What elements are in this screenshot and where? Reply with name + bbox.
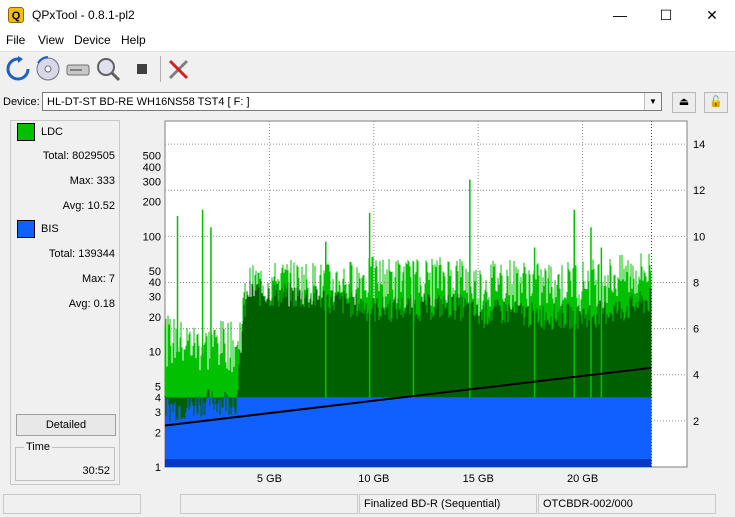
bis-avg-label: Avg: bbox=[68, 298, 91, 310]
ldc-max-value: 333 bbox=[96, 175, 115, 187]
y-right-tick-label: 2 bbox=[693, 416, 699, 428]
lock-button[interactable]: 🔓 bbox=[704, 92, 728, 113]
bis-total-label: Total: bbox=[48, 248, 76, 260]
bis-total-value: 139344 bbox=[78, 248, 115, 260]
ldc-total-value: 8029505 bbox=[72, 150, 115, 162]
bis-max: Max: 7 bbox=[82, 273, 115, 285]
y-right-tick-label: 4 bbox=[693, 370, 699, 382]
x-tick-label: 5 GB bbox=[257, 473, 282, 485]
ldc-max-label: Max: bbox=[69, 175, 94, 187]
bis-area bbox=[165, 397, 652, 467]
status-bar: Finalized BD-R (Sequential) OTCBDR-002/0… bbox=[0, 492, 735, 517]
time-label: Time bbox=[24, 441, 53, 453]
stop-icon[interactable] bbox=[128, 55, 156, 83]
y-left-tick-label: 400 bbox=[143, 162, 161, 174]
y-left-tick-label: 300 bbox=[143, 176, 161, 188]
menu-file[interactable]: File bbox=[6, 33, 25, 47]
y-left-tick-label: 30 bbox=[149, 292, 161, 304]
bis-max-value: 7 bbox=[108, 273, 115, 285]
device-row: Device: HL-DT-ST BD-RE WH16NS58 TST4 [ F… bbox=[0, 88, 735, 116]
menu-device[interactable]: Device bbox=[74, 33, 111, 47]
status-cell-2 bbox=[180, 494, 358, 514]
y-left-tick-label: 10 bbox=[149, 347, 161, 359]
y-left-tick-label: 1 bbox=[155, 462, 161, 474]
y-right-tick-label: 12 bbox=[693, 185, 705, 197]
chevron-down-icon[interactable]: ▼ bbox=[644, 93, 661, 110]
ldc-color-swatch bbox=[17, 123, 35, 141]
drive-icon[interactable] bbox=[64, 55, 92, 83]
status-disc-type: Finalized BD-R (Sequential) bbox=[359, 494, 537, 514]
x-tick-label: 20 GB bbox=[567, 473, 598, 485]
ldc-total: Total: 8029505 bbox=[43, 150, 115, 162]
menu-help[interactable]: Help bbox=[121, 33, 146, 47]
ldc-total-label: Total: bbox=[42, 150, 70, 162]
y-left-tick-label: 500 bbox=[143, 151, 161, 163]
time-value: 30:52 bbox=[82, 465, 110, 477]
y-left-tick-label: 4 bbox=[155, 393, 161, 405]
app-logo-icon: Q bbox=[8, 7, 24, 23]
y-left-tick-label: 100 bbox=[143, 231, 161, 243]
refresh-icon[interactable] bbox=[4, 55, 32, 83]
y-right-tick-label: 8 bbox=[693, 277, 699, 289]
y-left-tick-label: 3 bbox=[155, 407, 161, 419]
menu-view[interactable]: View bbox=[38, 33, 64, 47]
ldc-avg-value: 10.52 bbox=[87, 200, 115, 212]
y-left-tick-label: 2 bbox=[155, 427, 161, 439]
disc-scan-icon[interactable] bbox=[34, 55, 62, 83]
bis-total: Total: 139344 bbox=[49, 248, 115, 260]
toolbar bbox=[0, 52, 735, 86]
device-value: HL-DT-ST BD-RE WH16NS58 TST4 [ F: ] bbox=[47, 96, 250, 108]
bis-max-label: Max: bbox=[81, 273, 106, 285]
ldc-avg-label: Avg: bbox=[62, 200, 85, 212]
close-button[interactable]: ✕ bbox=[689, 0, 735, 30]
toolbar-separator bbox=[160, 56, 161, 82]
status-cell-1 bbox=[3, 494, 141, 514]
device-select[interactable]: HL-DT-ST BD-RE WH16NS58 TST4 [ F: ] ▼ bbox=[42, 92, 662, 111]
x-tick-label: 10 GB bbox=[358, 473, 389, 485]
bis-label: BIS bbox=[41, 223, 59, 235]
ldc-label: LDC bbox=[41, 126, 64, 138]
stats-panel: LDC Total: 8029505 Max: 333 Avg: 10.52 B… bbox=[10, 120, 120, 485]
y-left-tick-label: 40 bbox=[149, 277, 161, 289]
window-title: QPxTool - 0.8.1-pl2 bbox=[32, 8, 135, 22]
ldc-bis-chart: 1234510203040501002003004005002468101214… bbox=[143, 120, 705, 485]
device-label: Device: bbox=[3, 96, 40, 108]
tools-icon[interactable] bbox=[165, 55, 193, 83]
minimize-button[interactable]: — bbox=[597, 0, 643, 30]
x-tick-label: 15 GB bbox=[463, 473, 494, 485]
y-left-tick-label: 20 bbox=[149, 312, 161, 324]
detailed-button[interactable]: Detailed bbox=[16, 414, 116, 436]
menu-bar: File View Device Help bbox=[0, 30, 735, 52]
status-disc-id: OTCBDR-002/000 bbox=[538, 494, 716, 514]
ldc-avg: Avg: 10.52 bbox=[63, 200, 115, 212]
bis-avg-value: 0.18 bbox=[93, 298, 115, 310]
bis-avg: Avg: 0.18 bbox=[69, 298, 115, 310]
y-left-tick-label: 200 bbox=[143, 197, 161, 209]
bis-baseline bbox=[165, 459, 652, 467]
chart-area: 1 2 3 4 5 10 20 30 40 50 100 200 300 400 500 2 4 6 8 10 12 14… bbox=[128, 118, 728, 488]
maximize-button[interactable]: ☐ bbox=[643, 0, 689, 30]
y-left-tick-label: 5 bbox=[155, 381, 161, 393]
title-bar: Q QPxTool - 0.8.1-pl2 — ☐ ✕ bbox=[0, 0, 735, 30]
y-right-tick-label: 10 bbox=[693, 231, 705, 243]
eject-button[interactable]: ⏏ bbox=[672, 92, 696, 113]
y-right-tick-label: 14 bbox=[693, 139, 705, 151]
y-right-tick-label: 6 bbox=[693, 324, 699, 336]
ldc-max: Max: 333 bbox=[70, 175, 115, 187]
bis-color-swatch bbox=[17, 220, 35, 238]
zoom-disc-icon[interactable] bbox=[94, 55, 122, 83]
y-left-tick-label: 50 bbox=[149, 266, 161, 278]
time-box: Time 30:52 bbox=[15, 441, 115, 481]
